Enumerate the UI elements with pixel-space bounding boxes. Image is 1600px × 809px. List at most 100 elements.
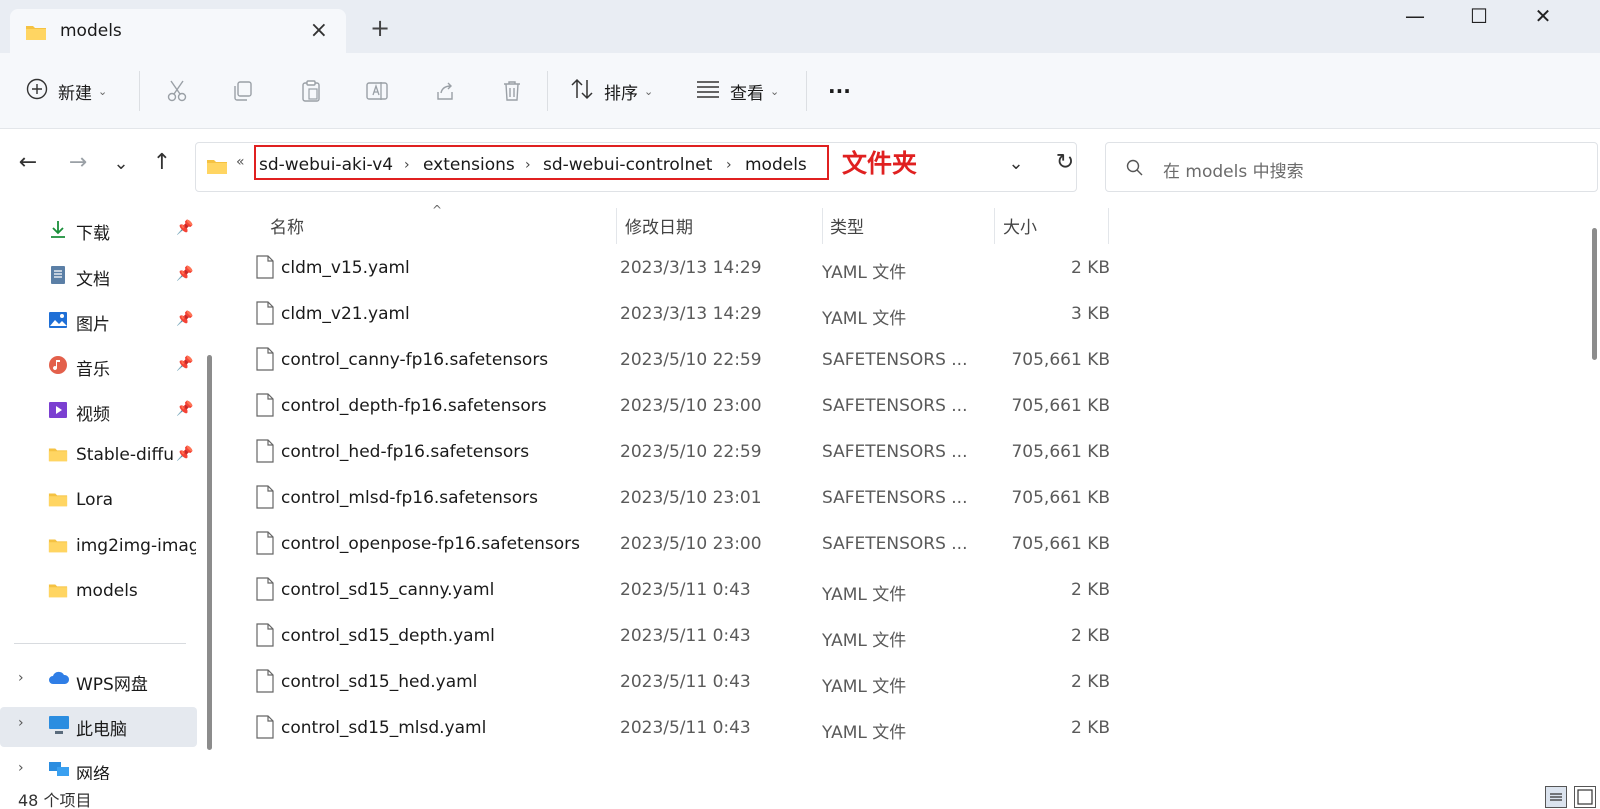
breadcrumb-chevron-icon[interactable]: ›	[726, 157, 732, 173]
file-size: 2 KB	[1070, 626, 1110, 646]
file-row[interactable]: control_canny-fp16.safetensors 2023/5/10 …	[220, 337, 1120, 383]
tab-models[interactable]: models ×	[10, 9, 346, 53]
cut-icon[interactable]	[162, 77, 192, 105]
file-row[interactable]: control_sd15_depth.yaml 2023/5/11 0:43 YAM…	[220, 613, 1120, 659]
view-button-label: 查看	[730, 83, 764, 104]
maximize-button[interactable]: ☐	[1456, 4, 1502, 28]
file-type: YAML 文件	[822, 723, 907, 743]
column-divider[interactable]	[822, 208, 823, 244]
title-bar: models × + — ☐ ✕	[0, 0, 1600, 53]
chevron-down-icon: ⌄	[770, 84, 780, 98]
file-row[interactable]: cldm_v15.yaml 2023/3/13 14:29 YAML 文件 2 KB	[220, 245, 1120, 291]
file-row[interactable]: control_sd15_mlsd.yaml 2023/5/11 0:43 YAML…	[220, 705, 1120, 751]
plus-circle-icon	[26, 78, 48, 105]
file-type: SAFETENSORS ...	[822, 350, 968, 370]
details-view-button[interactable]	[1545, 786, 1567, 808]
file-size: 705,661 KB	[1011, 350, 1110, 370]
chevron-down-icon: ⌄	[644, 84, 654, 98]
sort-ascending-icon: ^	[432, 203, 443, 217]
up-arrow-icon[interactable]: ↑	[146, 150, 178, 175]
new-button[interactable]: 新建 ⌄	[26, 76, 107, 106]
file-date: 2023/5/10 22:59	[620, 350, 762, 370]
breadcrumb-item[interactable]: models	[745, 155, 807, 175]
annotation-label: 文件夹	[842, 149, 918, 178]
large-icons-view-button[interactable]	[1574, 786, 1596, 808]
close-button[interactable]: ✕	[1520, 4, 1566, 28]
refresh-icon[interactable]: ↻	[1049, 150, 1081, 175]
file-row[interactable]: control_openpose-fp16.safetensors 2023/5/…	[220, 521, 1120, 567]
download-icon	[48, 219, 68, 239]
file-name: control_depth-fp16.safetensors	[281, 396, 547, 416]
file-icon	[255, 669, 275, 698]
toolbar-divider	[547, 71, 548, 111]
file-name: control_openpose-fp16.safetensors	[281, 534, 581, 554]
delete-icon[interactable]	[497, 77, 527, 105]
search-placeholder: 在 models 中搜索	[1163, 162, 1304, 182]
breadcrumb-chevron-icon[interactable]: ›	[404, 157, 410, 173]
toolbar-divider	[806, 71, 807, 111]
file-icon	[255, 715, 275, 744]
column-header-name[interactable]: 名称	[270, 213, 304, 238]
file-name: cldm_v15.yaml	[281, 258, 410, 278]
file-list: cldm_v15.yaml 2023/3/13 14:29 YAML 文件 2 KB c…	[0, 245, 1600, 780]
column-header-date[interactable]: 修改日期	[625, 213, 693, 238]
file-row[interactable]: cldm_v21.yaml 2023/3/13 14:29 YAML 文件 3 KB	[220, 291, 1120, 337]
file-row[interactable]: control_hed-fp16.safetensors 2023/5/10 22…	[220, 429, 1120, 475]
file-row[interactable]: control_sd15_hed.yaml 2023/5/11 0:43 YAML …	[220, 659, 1120, 705]
column-header-type[interactable]: 类型	[830, 213, 864, 238]
sort-button[interactable]: 排序 ⌄	[570, 76, 653, 106]
recent-locations-chevron-icon[interactable]: ⌄	[105, 153, 137, 174]
file-icon	[255, 347, 275, 376]
breadcrumb-chevron-icon[interactable]: ›	[525, 157, 531, 173]
file-name: control_canny-fp16.safetensors	[281, 350, 549, 370]
sort-icon	[570, 78, 594, 105]
view-button[interactable]: 查看 ⌄	[696, 76, 779, 106]
file-type: YAML 文件	[822, 677, 907, 697]
file-icon	[255, 485, 275, 514]
back-arrow-icon[interactable]: ←	[12, 150, 44, 175]
file-name: control_sd15_hed.yaml	[281, 672, 478, 692]
share-icon[interactable]	[430, 77, 460, 105]
file-size: 705,661 KB	[1011, 488, 1110, 508]
new-tab-button[interactable]: +	[370, 14, 390, 42]
breadcrumb-item[interactable]: extensions	[423, 155, 515, 175]
file-row[interactable]: control_mlsd-fp16.safetensors 2023/5/10 2…	[220, 475, 1120, 521]
file-date: 2023/5/10 23:00	[620, 534, 762, 554]
file-type: YAML 文件	[822, 631, 907, 651]
minimize-button[interactable]: —	[1392, 4, 1438, 28]
tab-close-icon[interactable]: ×	[310, 18, 328, 43]
rename-icon[interactable]	[362, 77, 392, 105]
file-icon	[255, 393, 275, 422]
file-size: 705,661 KB	[1011, 396, 1110, 416]
pin-icon: 📌	[176, 220, 194, 236]
forward-arrow-icon[interactable]: →	[62, 150, 94, 175]
file-row[interactable]: control_sd15_canny.yaml 2023/5/11 0:43 YAM…	[220, 567, 1120, 613]
file-date: 2023/5/10 23:00	[620, 396, 762, 416]
folder-icon	[25, 23, 47, 46]
column-divider[interactable]	[616, 208, 617, 244]
file-icon	[255, 577, 275, 606]
more-options-button[interactable]: ···	[828, 76, 851, 106]
file-row[interactable]: control_depth-fp16.safetensors 2023/5/10 …	[220, 383, 1120, 429]
file-size: 3 KB	[1070, 304, 1110, 324]
file-date: 2023/3/13 14:29	[620, 258, 762, 278]
file-icon	[255, 623, 275, 652]
breadcrumb-item[interactable]: sd-webui-aki-v4	[259, 155, 393, 175]
file-list-scrollbar[interactable]	[1592, 228, 1597, 360]
file-date: 2023/5/11 0:43	[620, 626, 751, 646]
details-view-icon	[1550, 793, 1562, 801]
paste-icon[interactable]	[296, 77, 326, 105]
folder-icon	[206, 157, 228, 180]
column-divider[interactable]	[994, 208, 995, 244]
copy-icon[interactable]	[228, 77, 258, 105]
column-header-size[interactable]: 大小	[1003, 213, 1037, 238]
file-type: YAML 文件	[822, 263, 907, 283]
file-name: control_hed-fp16.safetensors	[281, 442, 530, 462]
file-size: 705,661 KB	[1011, 534, 1110, 554]
column-divider[interactable]	[1108, 208, 1109, 244]
breadcrumb-item[interactable]: sd-webui-controlnet	[543, 155, 712, 175]
file-name: cldm_v21.yaml	[281, 304, 410, 324]
address-history-chevron-icon[interactable]: ⌄	[1000, 153, 1032, 174]
file-name: control_sd15_canny.yaml	[281, 580, 495, 600]
breadcrumb-overflow[interactable]: «	[236, 154, 245, 170]
